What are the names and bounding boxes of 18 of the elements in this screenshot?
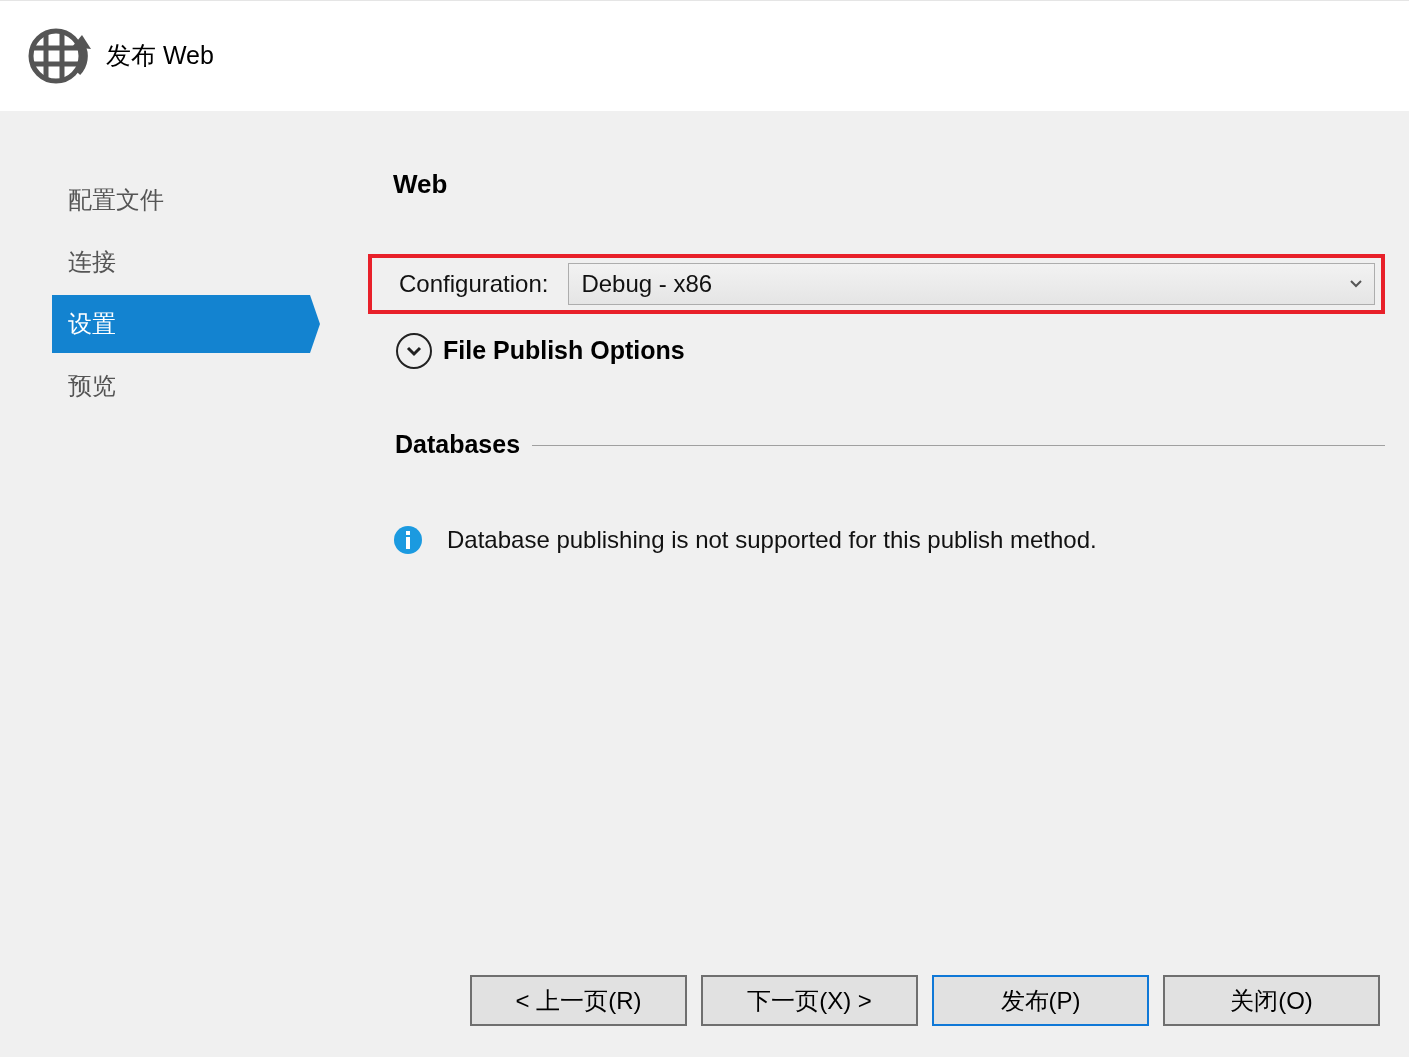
info-message: Database publishing is not supported for this publish method. bbox=[447, 524, 1097, 555]
expander-toggle[interactable]: File Publish Options bbox=[395, 332, 685, 370]
globe-icon bbox=[26, 27, 92, 85]
dialog-button[interactable]: 关闭(O) bbox=[1163, 975, 1380, 1026]
databases-heading: Databases bbox=[395, 429, 521, 460]
dialog-button[interactable]: < 上一页(R) bbox=[470, 975, 687, 1026]
sidebar-item[interactable]: 设置 bbox=[52, 295, 320, 353]
info-icon bbox=[393, 524, 423, 555]
configuration-dropdown[interactable]: Debug - x86 bbox=[568, 263, 1375, 305]
section-heading: Web bbox=[393, 168, 449, 201]
sidebar-item[interactable]: 配置文件 bbox=[52, 171, 310, 229]
window-title: 发布 Web bbox=[106, 40, 214, 72]
dialog-button[interactable]: 下一页(X) > bbox=[701, 975, 918, 1026]
sidebar-item[interactable]: 连接 bbox=[52, 233, 310, 291]
configuration-label: Configuration: bbox=[399, 269, 549, 299]
sidebar-item[interactable]: 预览 bbox=[52, 357, 310, 415]
caret-icon bbox=[1350, 280, 1362, 288]
dialog-button[interactable]: 发布(P) bbox=[932, 975, 1149, 1026]
